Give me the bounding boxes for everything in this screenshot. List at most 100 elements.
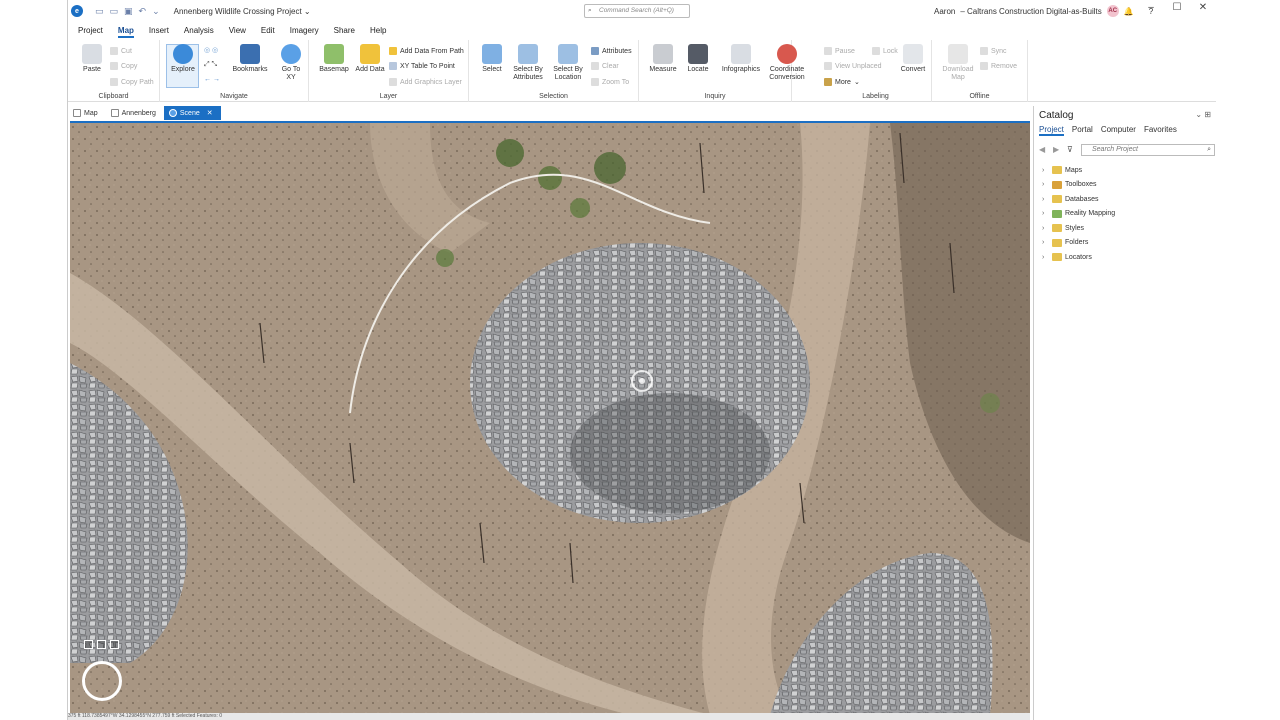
go-to-xy-icon <box>281 44 301 64</box>
catalog-item-databases[interactable]: › Databases <box>1042 192 1212 207</box>
xy-table-to-point-button[interactable]: XY Table To Point <box>389 62 455 70</box>
catalog-item-reality-mapping[interactable]: › Reality Mapping <box>1042 207 1212 222</box>
catalog-tab-favorites[interactable]: Favorites <box>1144 125 1177 136</box>
close-icon[interactable]: ✕ <box>207 109 213 117</box>
convert-button[interactable]: Convert <box>898 44 928 74</box>
search-icon: ⌕ <box>588 7 592 14</box>
catalog-item-locators[interactable]: › Locators <box>1042 250 1212 265</box>
copy-button[interactable]: Copy <box>110 62 137 70</box>
chevron-right-icon[interactable]: › <box>1042 196 1052 203</box>
group-layer: Basemap Add Data Add Data From Path XY T… <box>309 40 469 102</box>
tab-scene-view[interactable]: Scene ✕ <box>163 106 221 120</box>
command-search-input[interactable]: ⌕ Command Search (Alt+Q) <box>584 4 690 18</box>
tab-help[interactable]: Help <box>370 24 386 38</box>
home-icon[interactable] <box>84 640 93 649</box>
catalog-item-styles[interactable]: › Styles <box>1042 221 1212 236</box>
remove-button[interactable]: Remove <box>980 62 1017 70</box>
catalog-item-maps[interactable]: › Maps <box>1042 163 1212 178</box>
group-label: Offline <box>969 93 990 100</box>
group-navigate: Explore ◎ ◎ ⤢ ⤡ ← → Bookmarks Go To XY N… <box>160 40 309 102</box>
view-unplaced-button[interactable]: View Unplaced <box>824 62 882 70</box>
north-icon[interactable] <box>110 640 119 649</box>
more-labeling-button[interactable]: More ⌄ <box>824 78 860 86</box>
coordinate-conversion-icon <box>777 44 797 64</box>
catalog-tab-project[interactable]: Project <box>1039 125 1064 136</box>
avatar[interactable]: AC <box>1106 5 1119 17</box>
tab-annenberg-view[interactable]: Annenberg <box>106 106 164 120</box>
ribbon: Paste Cut Copy Copy Path Clipboard Explo… <box>68 40 1216 102</box>
paste-button[interactable]: Paste <box>80 44 104 74</box>
go-to-xy-button[interactable]: Go To XY <box>278 44 304 82</box>
back-icon[interactable]: ◀ <box>1039 145 1053 154</box>
zoom-tools-icon[interactable]: ◎ ◎ <box>204 46 218 54</box>
chevron-right-icon[interactable]: › <box>1042 239 1052 246</box>
chevron-right-icon[interactable]: › <box>1042 210 1052 217</box>
tab-view[interactable]: View <box>229 24 246 38</box>
add-data-from-path-button[interactable]: Add Data From Path <box>389 47 464 55</box>
select-by-location-button[interactable]: Select By Location <box>549 44 587 82</box>
maximize-icon[interactable]: ☐ <box>1164 2 1190 13</box>
project-title[interactable]: Annenberg Wildlife Crossing Project ⌄ <box>174 7 311 16</box>
zoom-to-icon <box>591 78 599 86</box>
minimize-icon[interactable]: – <box>1138 2 1164 13</box>
notification-icon[interactable]: 🔔 <box>1124 7 1134 16</box>
remove-icon <box>980 62 988 70</box>
tab-insert[interactable]: Insert <box>149 24 169 38</box>
redo-icon[interactable]: ⌄ <box>152 6 160 17</box>
forward-icon[interactable]: ▶ <box>1053 145 1067 154</box>
add-data-from-path-icon <box>389 47 397 55</box>
back-forward-icon[interactable]: ← → <box>204 76 220 83</box>
catalog-item-folders[interactable]: › Folders <box>1042 236 1212 251</box>
filter-icon[interactable]: ⊽ <box>1067 145 1081 154</box>
aerial-imagery[interactable] <box>70 123 1030 713</box>
navigator-ring-icon[interactable] <box>82 661 122 701</box>
chevron-right-icon[interactable]: › <box>1042 167 1052 174</box>
download-map-icon <box>948 44 968 64</box>
explore-icon <box>173 44 193 64</box>
chevron-right-icon[interactable]: › <box>1042 225 1052 232</box>
sync-button[interactable]: Sync <box>980 47 1007 55</box>
close-icon[interactable]: ✕ <box>1190 2 1216 13</box>
select-by-attributes-button[interactable]: Select By Attributes <box>509 44 547 82</box>
tab-project[interactable]: Project <box>78 24 103 38</box>
locate-button[interactable]: Locate <box>683 44 713 74</box>
add-data-button[interactable]: Add Data <box>355 44 385 74</box>
chevron-right-icon[interactable]: › <box>1042 181 1052 188</box>
open-icon[interactable]: ▭ <box>110 6 119 17</box>
tab-imagery[interactable]: Imagery <box>290 24 319 38</box>
full-extent-icon[interactable]: ⤢ ⤡ <box>204 61 217 69</box>
save-icon[interactable]: ▣ <box>124 6 133 17</box>
coordinate-conversion-button[interactable]: Coordinate Conversion <box>763 44 811 82</box>
catalog-tab-computer[interactable]: Computer <box>1101 125 1136 136</box>
select-button[interactable]: Select <box>479 44 505 74</box>
scene-view[interactable] <box>70 121 1030 713</box>
new-icon[interactable]: ▭ <box>95 6 104 17</box>
undo-icon[interactable]: ↶ <box>139 6 147 17</box>
pane-options-icon[interactable]: ⌄ ⊞ <box>1195 110 1211 119</box>
copy-path-button[interactable]: Copy Path <box>110 78 154 86</box>
catalog-tab-portal[interactable]: Portal <box>1072 125 1093 136</box>
cut-button[interactable]: Cut <box>110 47 132 55</box>
clear-selection-button[interactable]: Clear <box>591 62 619 70</box>
pause-labels-button[interactable]: Pause <box>824 47 855 55</box>
tab-edit[interactable]: Edit <box>261 24 275 38</box>
zoom-to-selection-button[interactable]: Zoom To <box>591 78 629 86</box>
tab-map-view[interactable]: Map <box>68 106 106 120</box>
explore-button[interactable]: Explore <box>168 44 198 74</box>
tab-share[interactable]: Share <box>334 24 355 38</box>
infographics-button[interactable]: Infographics <box>719 44 763 74</box>
full-screen-icon[interactable] <box>97 640 106 649</box>
catalog-item-toolboxes[interactable]: › Toolboxes <box>1042 178 1212 193</box>
bookmarks-button[interactable]: Bookmarks <box>232 44 268 74</box>
group-label: Navigate <box>220 93 248 100</box>
add-graphics-layer-button[interactable]: Add Graphics Layer <box>389 78 462 86</box>
add-data-icon <box>360 44 380 64</box>
basemap-button[interactable]: Basemap <box>317 44 351 74</box>
chevron-right-icon[interactable]: › <box>1042 254 1052 261</box>
catalog-search-input[interactable]: Search Project ⌕ <box>1081 143 1215 156</box>
attributes-button[interactable]: Attributes <box>591 47 632 55</box>
tab-analysis[interactable]: Analysis <box>184 24 214 38</box>
tab-map[interactable]: Map <box>117 24 134 38</box>
download-map-button[interactable]: Download Map <box>940 44 976 82</box>
measure-button[interactable]: Measure <box>647 44 679 74</box>
